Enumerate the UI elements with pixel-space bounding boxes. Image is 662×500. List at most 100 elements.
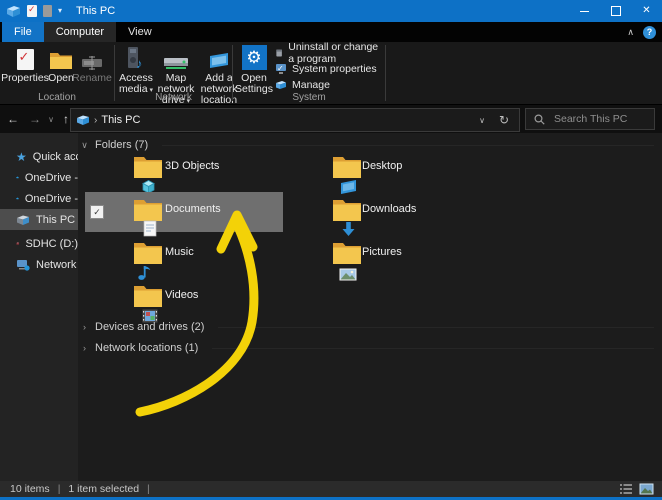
properties-qat-icon[interactable]: ✓ [27,4,37,17]
folder-tile-music[interactable]: Music [85,235,283,280]
rename-icon [82,56,102,70]
qat-dropdown-icon[interactable]: ▾ [58,7,62,15]
address-bar-row: ← → ∨ ↑ › This PC ∨ ↻ [0,105,662,133]
network-location-icon [210,53,228,68]
folder-tile-documents[interactable]: ✓ Documents [85,192,283,237]
properties-icon: ✓ [16,49,34,70]
group-label-system: System [292,92,326,103]
tab-view[interactable]: View [116,22,164,42]
folder-tile-desktop[interactable]: Desktop [330,149,528,194]
media-device-icon: ♪ [128,47,143,70]
back-icon[interactable]: ← [0,112,26,126]
access-media-button[interactable]: ♪ Access media ▾ [118,44,154,96]
ribbon-group-system: ⚙ Open Settings Uninstall or change a pr… [233,41,385,104]
uninstall-icon [276,49,282,56]
breadcrumb-separator-icon: › [94,114,98,126]
sidebar-item-this-pc[interactable]: This PC [0,209,78,230]
open-button[interactable]: Open [47,44,75,84]
folder-icon [133,286,163,323]
maximize-button[interactable] [600,0,631,22]
cloud-icon [16,197,19,200]
this-pc-icon [17,215,29,225]
sidebar-item-onedrive-2[interactable]: OneDrive - [0,188,78,209]
system-properties-button[interactable]: ✓ System properties [275,61,377,76]
network-drive-icon [164,58,188,69]
network-icon [17,259,30,271]
expand-group-icon: › [83,343,86,353]
expand-group-icon: › [83,322,86,332]
items-count: 10 items [10,483,50,495]
details-view-button[interactable] [619,483,633,495]
close-button[interactable]: ✕ [631,0,662,22]
help-icon[interactable]: ? [643,25,656,39]
file-list: ∨ Folders (7) 3D Objects ✓ Documents Mus… [78,133,662,481]
cloud-icon [16,176,19,179]
close-icon: ✕ [642,5,651,16]
recent-locations-icon[interactable]: ∨ [44,115,58,124]
sidebar-item-network[interactable]: Network [0,254,78,275]
ribbon-group-network: ♪ Access media ▾ Map network drive ▾ Add… [115,42,237,106]
group-header-network-locations[interactable]: › Network locations (1) [78,338,662,358]
search-icon [534,113,545,125]
breadcrumb[interactable]: This PC [101,114,140,126]
selection-count: 1 item selected [68,483,140,495]
folder-icon [332,243,362,281]
ribbon-tabs: File Computer View [0,22,662,42]
system-properties-icon: ✓ [276,63,286,74]
svg-text:♪: ♪ [136,56,143,70]
folder-icon [332,200,362,236]
open-folder-icon [50,53,72,69]
thumbnail-view-button[interactable] [639,483,654,495]
tab-file[interactable]: File [2,22,44,42]
maximize-icon [610,6,621,16]
sidebar-item-quick-access[interactable]: ★ Quick access [0,146,78,167]
qat-item-icon[interactable] [43,5,52,17]
selection-checkbox[interactable]: ✓ [90,205,104,219]
open-settings-button[interactable]: ⚙ Open Settings [235,44,273,95]
address-dropdown-icon[interactable]: ∨ [479,116,485,125]
folder-icon [133,200,163,237]
file-explorer-icon [7,5,20,17]
window-title: This PC [76,5,116,17]
address-box[interactable]: › This PC ∨ ↻ [70,108,520,132]
folder-tile-pictures[interactable]: Pictures [330,235,528,281]
uninstall-program-button[interactable]: Uninstall or change a program [275,41,385,65]
search-input[interactable] [552,112,646,126]
folder-tile-downloads[interactable]: Downloads [330,192,528,236]
quick-access-toolbar: ✓ ▾ [0,4,62,18]
forward-icon[interactable]: → [26,112,44,126]
window-controls: ✕ [569,0,662,22]
manage-icon [276,80,286,89]
sidebar-item-sdhc-drive[interactable]: SDHC (D:) [0,233,78,254]
settings-gear-icon: ⚙ [241,45,267,70]
status-bar: 10 items | 1 item selected | [0,481,662,497]
search-box[interactable] [525,108,655,130]
ribbon: ✓ Properties Open Rename Location ♪ Acce… [0,41,662,106]
folder-icon [332,157,362,194]
folder-icon [133,157,163,194]
sd-card-icon [16,242,19,245]
this-pc-icon [77,115,89,125]
folder-icon [133,243,163,280]
minimize-icon [580,10,589,12]
collapse-ribbon-icon[interactable]: ∧ [627,27,634,38]
folder-tile-videos[interactable]: Videos [85,278,283,323]
ribbon-group-location: ✓ Properties Open Rename Location [0,42,114,104]
star-icon: ★ [16,149,27,164]
tab-computer[interactable]: Computer [43,22,117,42]
group-label-network: Network [155,92,192,103]
photo-icon [339,268,357,281]
properties-button[interactable]: ✓ Properties [1,44,49,84]
refresh-icon[interactable]: ↻ [499,113,509,127]
titlebar: ✓ ▾ This PC ✕ [0,0,662,22]
check-icon: ✓ [93,206,101,217]
manage-button[interactable]: Manage [275,77,330,92]
sidebar: ★ Quick access OneDrive - OneDrive - Thi… [0,133,78,481]
minimize-button[interactable] [569,0,600,22]
sidebar-item-onedrive-1[interactable]: OneDrive - [0,167,78,188]
folder-tile-3d-objects[interactable]: 3D Objects [85,149,283,194]
explorer-window: ✓ ▾ This PC ✕ File Computer View ∧ ? ✓ P… [0,0,662,500]
group-label-location: Location [38,92,76,103]
rename-button[interactable]: Rename [72,44,112,84]
group-header-devices-and-drives[interactable]: › Devices and drives (2) [78,317,662,337]
